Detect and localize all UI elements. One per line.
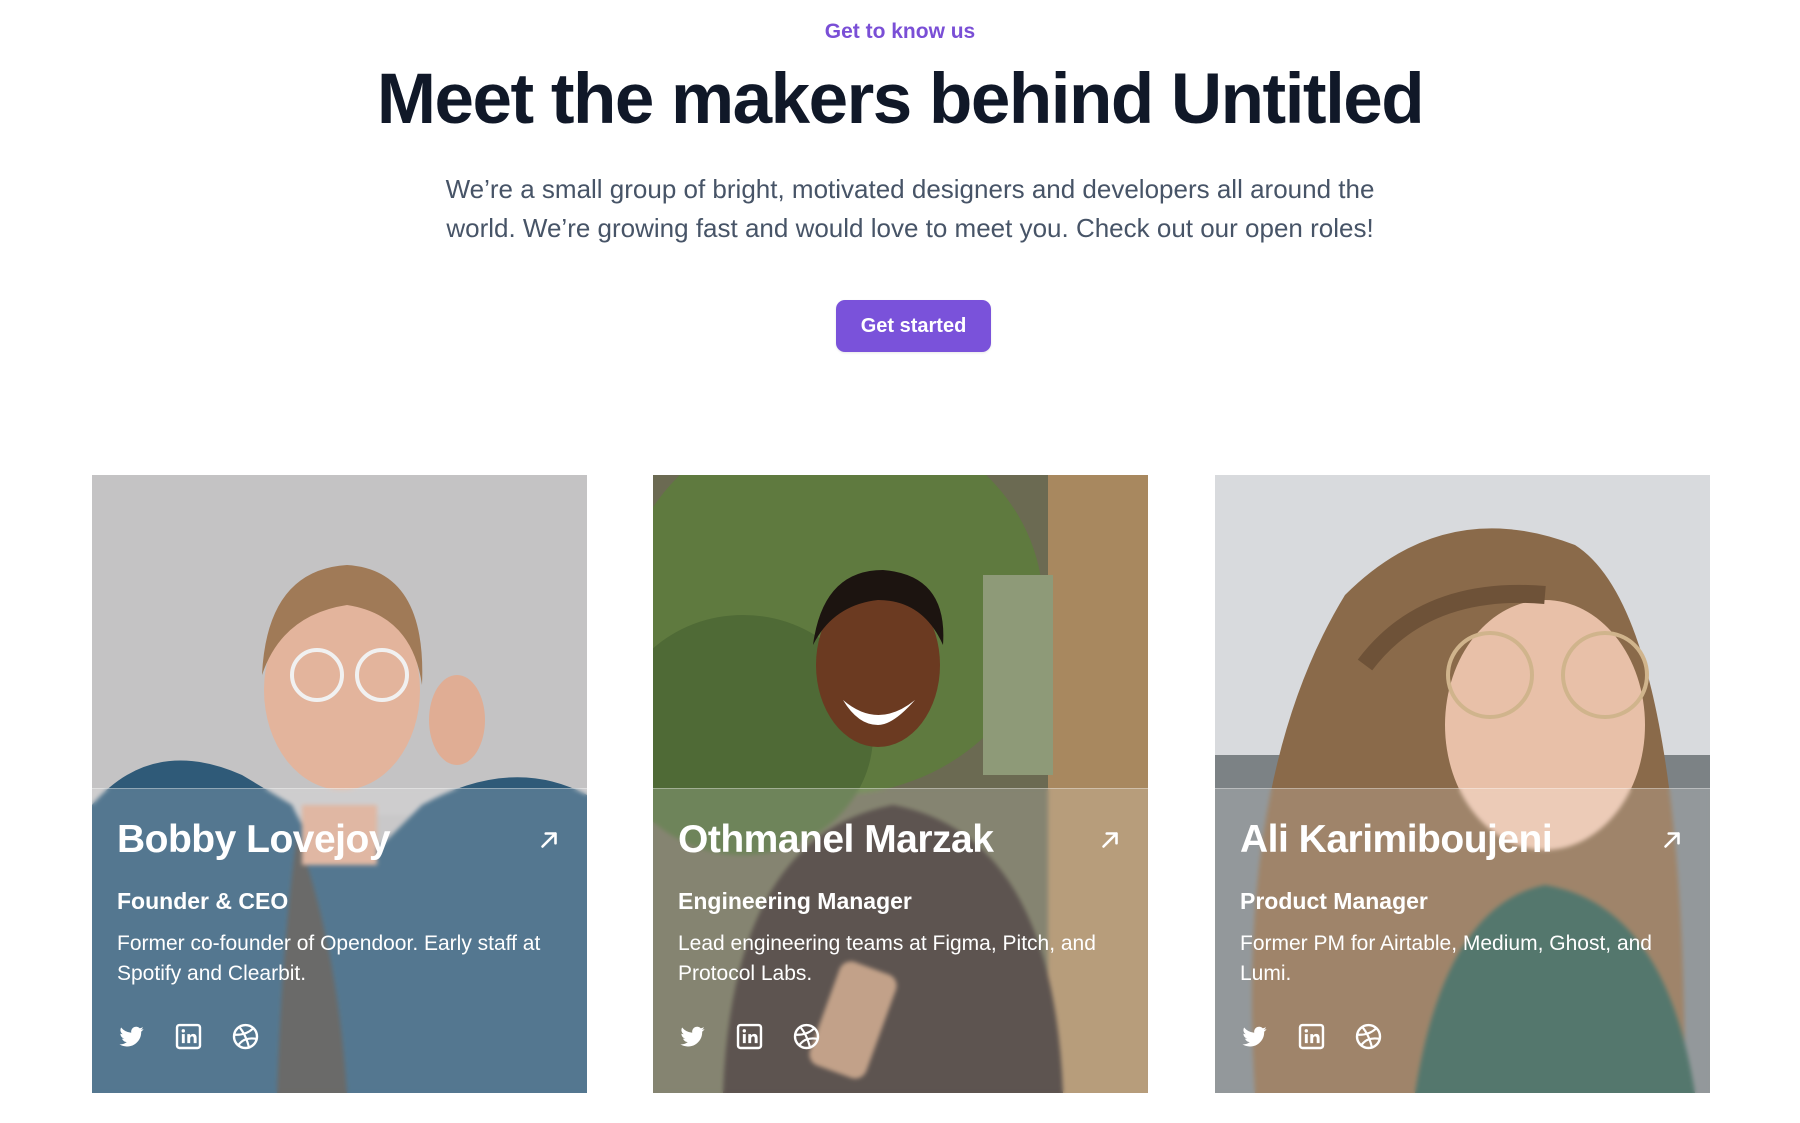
member-name: Bobby Lovejoy: [117, 818, 391, 861]
member-bio: Lead engineering teams at Figma, Pitch, …: [678, 931, 1096, 985]
social-links: [678, 1022, 821, 1051]
member-name: Ali Karimiboujeni: [1240, 818, 1553, 861]
linkedin-icon[interactable]: [735, 1022, 764, 1051]
dribbble-icon[interactable]: [1354, 1022, 1383, 1051]
team-card[interactable]: Bobby Lovejoy Founder & CEO Former co-fo…: [92, 475, 587, 1093]
card-overlay: Othmanel Marzak Engineering Manager Lead…: [653, 788, 1148, 1093]
card-overlay: Bobby Lovejoy Founder & CEO Former co-fo…: [92, 788, 587, 1093]
member-role: Engineering Manager: [678, 887, 912, 914]
linkedin-icon[interactable]: [174, 1022, 203, 1051]
arrow-up-right-icon[interactable]: [1097, 827, 1123, 853]
member-role: Founder & CEO: [117, 887, 289, 914]
member-bio: Former co-founder of Opendoor. Early sta…: [117, 931, 541, 985]
linkedin-icon[interactable]: [1297, 1022, 1326, 1051]
dribbble-icon[interactable]: [231, 1022, 260, 1051]
team-card[interactable]: Ali Karimiboujeni Product Manager Former…: [1215, 475, 1710, 1093]
social-links: [1240, 1022, 1383, 1051]
arrow-up-right-icon[interactable]: [536, 827, 562, 853]
card-overlay: Ali Karimiboujeni Product Manager Former…: [1215, 788, 1710, 1093]
page-subtitle: We’re a small group of bright, motivated…: [445, 174, 1375, 243]
twitter-icon[interactable]: [678, 1022, 707, 1051]
get-started-button[interactable]: Get started: [836, 300, 991, 352]
member-bio: Former PM for Airtable, Medium, Ghost, a…: [1240, 931, 1652, 985]
page-title: Meet the makers behind Untitled: [376, 60, 1425, 139]
member-role: Product Manager: [1240, 887, 1428, 914]
eyebrow-label: Get to know us: [824, 20, 976, 43]
member-name: Othmanel Marzak: [678, 818, 994, 861]
twitter-icon[interactable]: [117, 1022, 146, 1051]
team-card[interactable]: Othmanel Marzak Engineering Manager Lead…: [653, 475, 1148, 1093]
twitter-icon[interactable]: [1240, 1022, 1269, 1051]
dribbble-icon[interactable]: [792, 1022, 821, 1051]
social-links: [117, 1022, 260, 1051]
arrow-up-right-icon[interactable]: [1659, 827, 1685, 853]
